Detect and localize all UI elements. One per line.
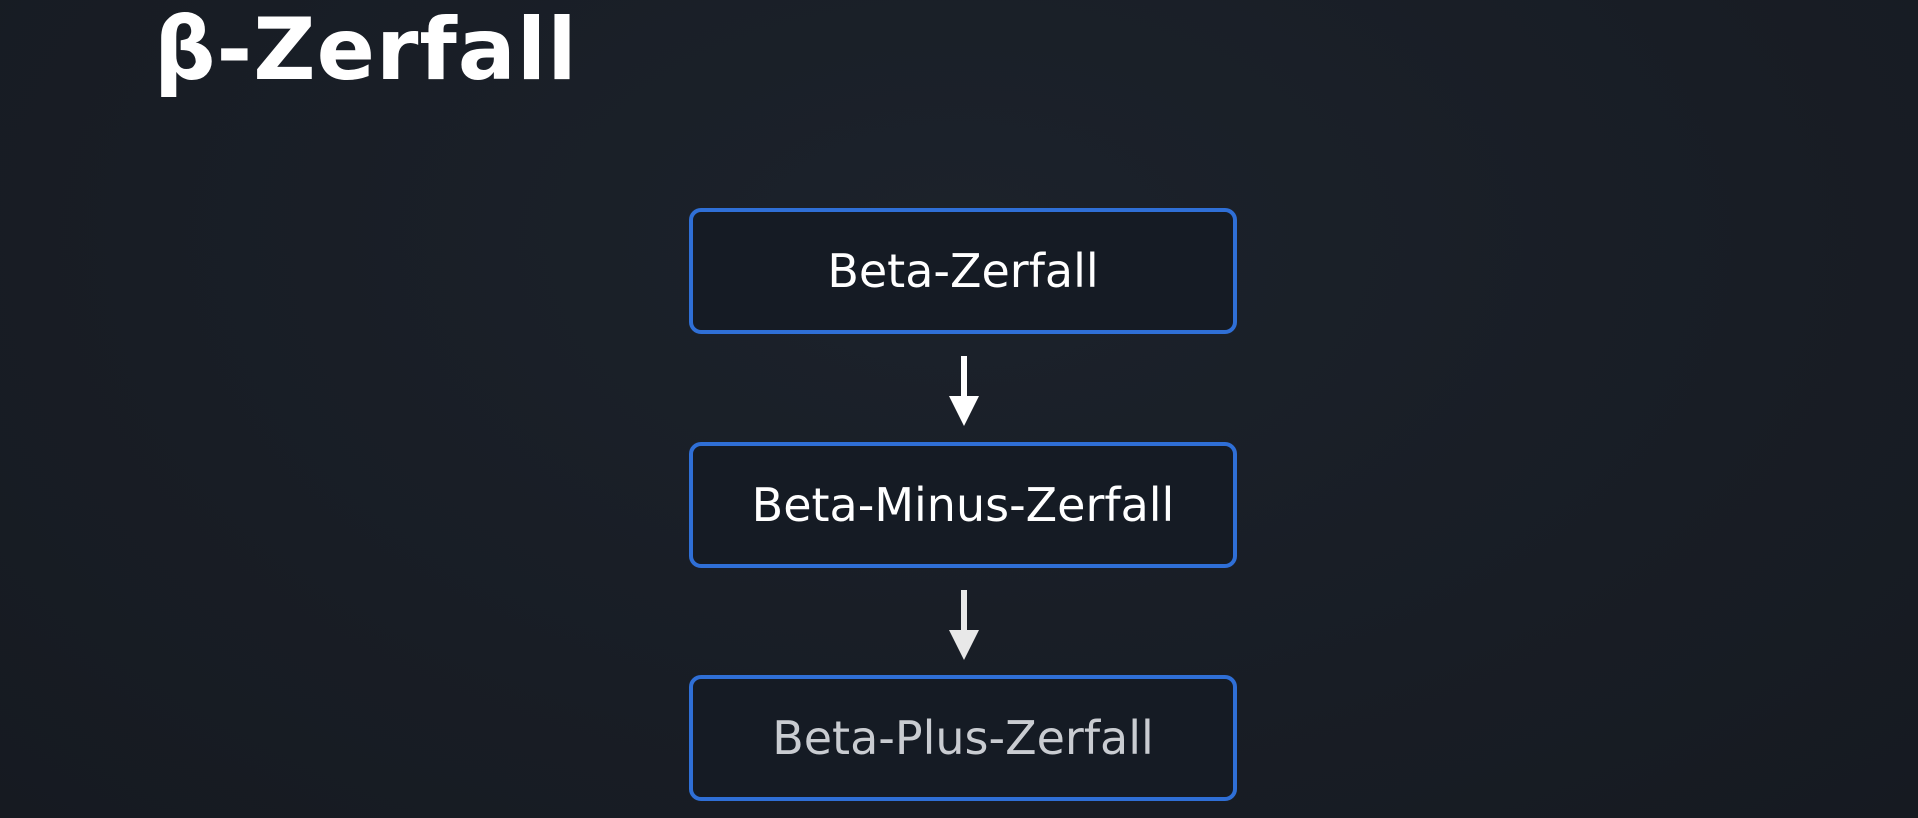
node-label: Beta-Plus-Zerfall [772,711,1154,765]
arrow-down-icon [949,590,979,660]
node-label: Beta-Zerfall [827,244,1099,298]
node-label: Beta-Minus-Zerfall [751,478,1175,532]
node-beta-zerfall: Beta-Zerfall [689,208,1237,334]
page-title: β-Zerfall [154,0,578,100]
node-beta-plus-zerfall: Beta-Plus-Zerfall [689,675,1237,801]
node-beta-minus-zerfall: Beta-Minus-Zerfall [689,442,1237,568]
arrow-down-icon [949,356,979,426]
